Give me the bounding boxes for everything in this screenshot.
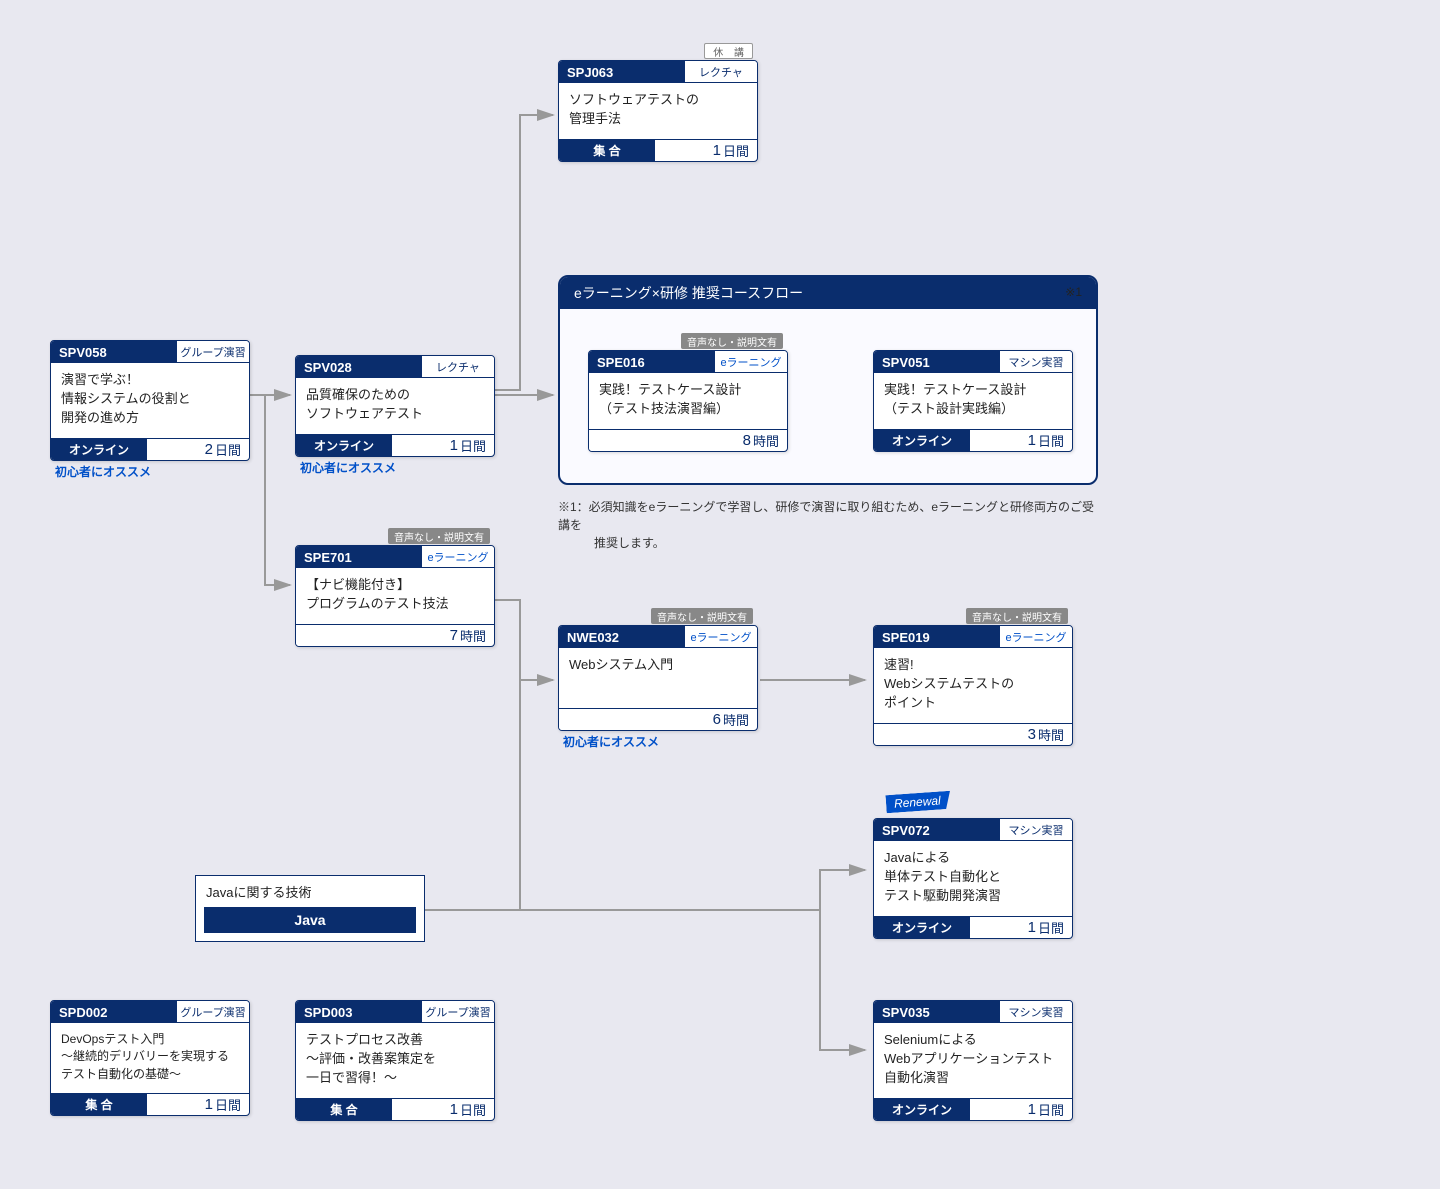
- card-spv051[interactable]: SPV051 マシン実習 実践！テストケース設計 （テスト設計実践編） オンライ…: [873, 350, 1073, 452]
- java-tech-box[interactable]: Javaに関する技術 Java: [195, 875, 425, 942]
- course-type: グループ演習: [177, 341, 249, 363]
- course-format: 集 合: [51, 1094, 147, 1115]
- course-type: グループ演習: [177, 1001, 249, 1023]
- course-duration: 2日間: [147, 439, 249, 460]
- course-type: グループ演習: [422, 1001, 494, 1023]
- course-duration: 1日間: [970, 430, 1072, 451]
- course-format: 集 合: [296, 1099, 392, 1120]
- course-title: 実践！テストケース設計 （テスト技法演習編）: [589, 373, 787, 429]
- course-duration: 1日間: [392, 1099, 494, 1120]
- course-title: 速習! Webシステムテストの ポイント: [874, 648, 1072, 723]
- course-code: SPV028: [296, 356, 422, 378]
- card-spe016[interactable]: 音声なし・説明文有 SPE016 eラーニング 実践！テストケース設計 （テスト…: [588, 350, 788, 452]
- course-code: SPE701: [296, 546, 422, 568]
- beginner-note: 初心者にオススメ: [55, 463, 151, 480]
- card-spv072[interactable]: SPV072 マシン実習 Javaによる 単体テスト自動化と テスト駆動開発演習…: [873, 818, 1073, 939]
- course-title: 実践！テストケース設計 （テスト設計実践編）: [874, 373, 1072, 429]
- course-title: Seleniumによる Webアプリケーションテスト 自動化演習: [874, 1023, 1072, 1098]
- course-code: SPV035: [874, 1001, 1000, 1023]
- audio-badge: 音声なし・説明文有: [966, 608, 1068, 624]
- course-code: SPV058: [51, 341, 177, 363]
- card-spd002[interactable]: SPD002 グループ演習 DevOpsテスト入門 ～継続的デリバリーを実現する…: [50, 1000, 250, 1116]
- course-type: マシン実習: [1000, 351, 1072, 373]
- audio-badge: 音声なし・説明文有: [388, 528, 490, 544]
- course-type: レクチャ: [422, 356, 494, 378]
- course-duration: 7時間: [392, 625, 494, 646]
- footnote-1: ※1：必須知識をeラーニングで学習し、研修で演習に取り組むため、eラーニングと研…: [558, 498, 1098, 552]
- course-type: eラーニング: [1000, 626, 1072, 648]
- course-title: 品質確保のための ソフトウェアテスト: [296, 378, 494, 434]
- course-code: SPV072: [874, 819, 1000, 841]
- course-type: eラーニング: [715, 351, 787, 373]
- card-spv028[interactable]: SPV028 レクチャ 品質確保のための ソフトウェアテスト オンライン 1日間…: [295, 355, 495, 457]
- course-duration: 1日間: [970, 1099, 1072, 1120]
- course-format: [296, 625, 392, 646]
- card-spd003[interactable]: SPD003 グループ演習 テストプロセス改善 ～評価・改善案策定を 一日で習得…: [295, 1000, 495, 1121]
- card-spv058[interactable]: SPV058 グループ演習 演習で学ぶ！ 情報システムの役割と 開発の進め方 オ…: [50, 340, 250, 461]
- group-top-note: ※1: [1065, 285, 1082, 299]
- card-spv035[interactable]: SPV035 マシン実習 Seleniumによる Webアプリケーションテスト …: [873, 1000, 1073, 1121]
- course-format: オンライン: [296, 435, 392, 456]
- course-code: NWE032: [559, 626, 685, 648]
- course-type: eラーニング: [685, 626, 757, 648]
- group-title: eラーニング×研修 推奨コースフロー: [560, 277, 1096, 309]
- course-duration: 1日間: [655, 140, 757, 161]
- course-duration: 6時間: [655, 709, 757, 730]
- course-type: レクチャ: [685, 61, 757, 83]
- course-format: オンライン: [51, 439, 147, 460]
- course-title: Javaによる 単体テスト自動化と テスト駆動開発演習: [874, 841, 1072, 916]
- course-type: eラーニング: [422, 546, 494, 568]
- course-code: SPD002: [51, 1001, 177, 1023]
- course-format: [874, 724, 970, 745]
- java-box-title: Javaに関する技術: [196, 876, 424, 907]
- beginner-note: 初心者にオススメ: [563, 733, 659, 750]
- course-type: マシン実習: [1000, 819, 1072, 841]
- course-type: マシン実習: [1000, 1001, 1072, 1023]
- course-format: [589, 430, 685, 451]
- course-code: SPD003: [296, 1001, 422, 1023]
- course-code: SPE019: [874, 626, 1000, 648]
- renewal-ribbon: Renewal: [885, 791, 951, 813]
- course-title: DevOpsテスト入門 ～継続的デリバリーを実現する テスト自動化の基礎～: [51, 1023, 249, 1093]
- card-nwe032[interactable]: 音声なし・説明文有 NWE032 eラーニング Webシステム入門 6時間 初心…: [558, 625, 758, 731]
- course-format: オンライン: [874, 917, 970, 938]
- card-spj063[interactable]: 休 講 SPJ063 レクチャ ソフトウェアテストの 管理手法 集 合 1日間: [558, 60, 758, 162]
- course-title: 【ナビ機能付き】 プログラムのテスト技法: [296, 568, 494, 624]
- flow-canvas: SPV058 グループ演習 演習で学ぶ！ 情報システムの役割と 開発の進め方 オ…: [0, 0, 1440, 1189]
- course-title: Webシステム入門: [559, 648, 757, 708]
- course-duration: 1日間: [970, 917, 1072, 938]
- course-title: ソフトウェアテストの 管理手法: [559, 83, 757, 139]
- course-format: オンライン: [874, 430, 970, 451]
- beginner-note: 初心者にオススメ: [300, 459, 396, 476]
- closed-badge: 休 講: [704, 43, 753, 59]
- course-format: オンライン: [874, 1099, 970, 1120]
- course-code: SPV051: [874, 351, 1000, 373]
- audio-badge: 音声なし・説明文有: [651, 608, 753, 624]
- course-duration: 1日間: [147, 1094, 249, 1115]
- course-format: 集 合: [559, 140, 655, 161]
- course-title: 演習で学ぶ！ 情報システムの役割と 開発の進め方: [51, 363, 249, 438]
- course-title: テストプロセス改善 ～評価・改善案策定を 一日で習得！～: [296, 1023, 494, 1098]
- course-duration: 3時間: [970, 724, 1072, 745]
- audio-badge: 音声なし・説明文有: [681, 333, 783, 349]
- course-format: [559, 709, 655, 730]
- course-code: SPE016: [589, 351, 715, 373]
- java-box-bar: Java: [204, 907, 416, 933]
- course-code: SPJ063: [559, 61, 685, 83]
- course-duration: 1日間: [392, 435, 494, 456]
- course-duration: 8時間: [685, 430, 787, 451]
- card-spe019[interactable]: 音声なし・説明文有 SPE019 eラーニング 速習! Webシステムテストの …: [873, 625, 1073, 746]
- card-spe701[interactable]: 音声なし・説明文有 SPE701 eラーニング 【ナビ機能付き】 プログラムのテ…: [295, 545, 495, 647]
